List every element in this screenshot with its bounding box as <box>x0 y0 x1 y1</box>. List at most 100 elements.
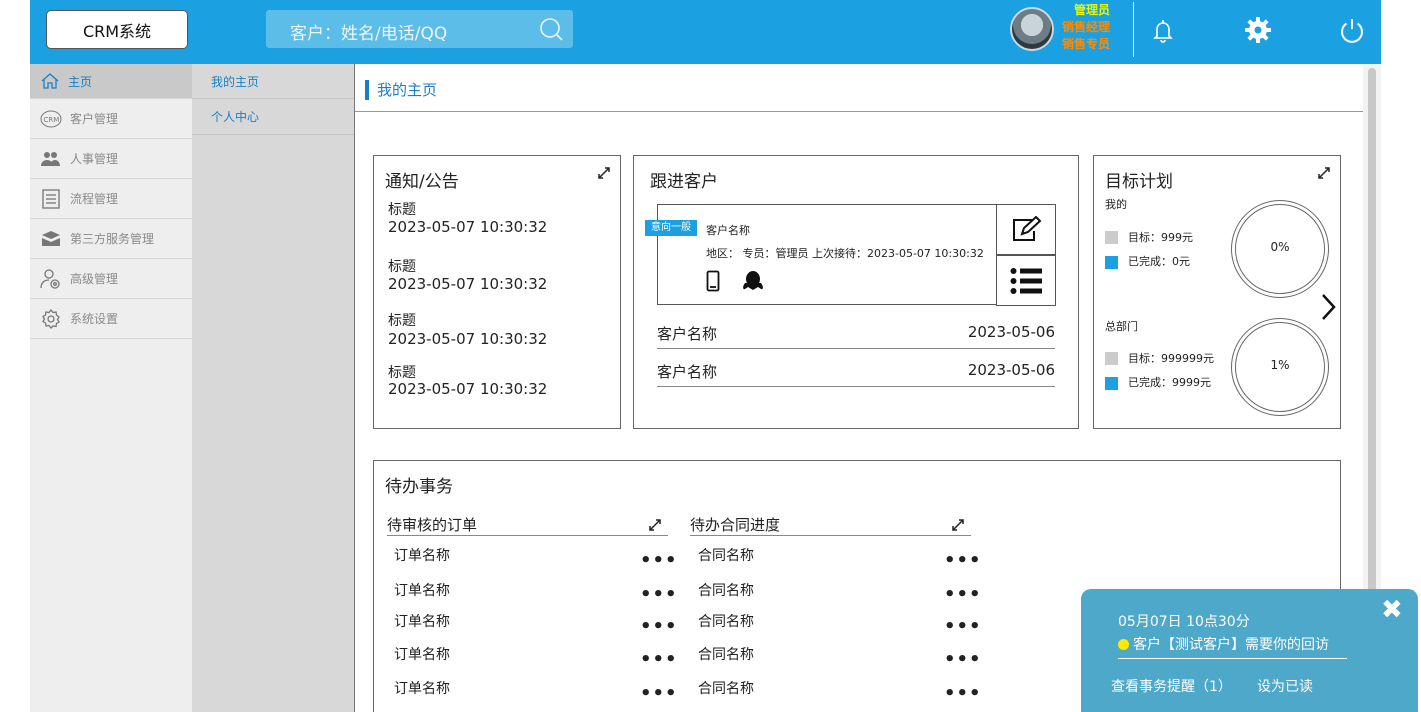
followup-row-date: 2023-05-06 <box>967 361 1055 379</box>
notice-item-title[interactable]: 标题 <box>388 256 416 276</box>
more-icon[interactable]: ••• <box>640 651 678 669</box>
sidebar-item-label: 客户管理 <box>70 112 119 126</box>
notice-title: 通知/公告 <box>385 172 459 192</box>
user-avatar[interactable] <box>1010 7 1054 51</box>
order-item[interactable]: 订单名称 <box>394 580 450 600</box>
goal-mine-done: 已完成：0元 <box>1128 255 1190 268</box>
target-legend-swatch <box>1105 352 1118 365</box>
list-button[interactable] <box>996 255 1056 306</box>
order-item[interactable]: 订单名称 <box>394 545 450 565</box>
goal-dept-percent: 1% <box>1270 358 1290 372</box>
more-icon[interactable]: ••• <box>944 685 982 703</box>
expand-icon[interactable] <box>647 517 663 533</box>
customer-name[interactable]: 客户名称 <box>706 222 750 238</box>
subnav-item-my-home[interactable]: 我的主页 <box>192 64 354 99</box>
more-icon[interactable]: ••• <box>640 618 678 636</box>
sidebar-item-label: 系统设置 <box>70 312 119 326</box>
gear-icon[interactable] <box>1244 16 1272 44</box>
top-bar: CRM系统 客户：姓名/电话/QQ 管理员 销售经理 销售专员 <box>30 0 1381 64</box>
followup-row[interactable]: 客户名称 2023-05-06 <box>657 319 1055 349</box>
sidebar-item-hr[interactable]: 人事管理 <box>30 139 192 179</box>
contract-item[interactable]: 合同名称 <box>698 644 754 664</box>
close-icon[interactable]: ✖ <box>1381 597 1403 623</box>
sidebar-item-advanced[interactable]: 高级管理 <box>30 259 192 299</box>
app-logo[interactable]: CRM系统 <box>46 10 188 49</box>
notice-item-date: 2023-05-07 10:30:32 <box>388 380 548 398</box>
sub-navigation: 我的主页 个人中心 <box>192 64 354 712</box>
contract-item[interactable]: 合同名称 <box>698 678 754 698</box>
service-icon <box>42 230 60 246</box>
sidebar-item-home[interactable]: 主页 <box>30 64 192 99</box>
customer-info: 地区： 专员：管理员 上次接待：2023-05-07 10:30:32 <box>706 247 984 260</box>
more-icon[interactable]: ••• <box>640 586 678 604</box>
reminder-message-row: 客户【测试客户】需要你的回访 <box>1118 634 1329 654</box>
intent-badge: 意向一般 <box>645 220 697 236</box>
contract-item[interactable]: 合同名称 <box>698 545 754 565</box>
expand-icon[interactable] <box>950 517 966 533</box>
header-divider <box>1133 2 1134 57</box>
followup-row-name: 客户名称 <box>657 325 718 343</box>
subnav-item-personal-center[interactable]: 个人中心 <box>192 99 354 135</box>
edit-icon <box>1013 215 1042 241</box>
admin-icon <box>40 268 60 289</box>
notice-item-date: 2023-05-07 10:30:32 <box>388 275 548 293</box>
search-input[interactable]: 客户：姓名/电话/QQ <box>290 19 447 44</box>
sidebar-item-settings[interactable]: 系统设置 <box>30 299 192 339</box>
edit-button[interactable] <box>996 204 1056 255</box>
crm-icon: CRM <box>40 110 62 127</box>
customer-card[interactable]: 意向一般 客户名称 地区： 专员：管理员 上次接待：2023-05-07 10:… <box>645 204 1056 306</box>
followup-row-name: 客户名称 <box>657 363 718 381</box>
mark-read-link[interactable]: 设为已读 <box>1257 676 1313 696</box>
followup-row[interactable]: 客户名称 2023-05-06 <box>657 357 1055 387</box>
bell-icon[interactable] <box>1149 16 1177 44</box>
pending-orders-header: 待审核的订单 <box>387 514 668 536</box>
reminder-message: 客户【测试客户】需要你的回访 <box>1133 637 1329 653</box>
more-icon[interactable]: ••• <box>944 552 982 570</box>
list-icon <box>1010 267 1042 294</box>
order-item[interactable]: 订单名称 <box>394 678 450 698</box>
customer-search[interactable]: 客户：姓名/电话/QQ <box>266 10 573 48</box>
order-item[interactable]: 订单名称 <box>394 611 450 631</box>
sidebar-item-customers[interactable]: CRM 客户管理 <box>30 99 192 139</box>
expand-icon[interactable] <box>1316 165 1332 181</box>
notice-item-title[interactable]: 标题 <box>388 199 416 219</box>
more-icon[interactable]: ••• <box>944 651 982 669</box>
followup-row-date: 2023-05-06 <box>967 323 1055 341</box>
sidebar-item-third-party[interactable]: 第三方服务管理 <box>30 219 192 259</box>
goal-dept-done: 已完成：9999元 <box>1128 376 1211 389</box>
sidebar-item-label: 主页 <box>68 74 93 89</box>
sidebar-item-label: 人事管理 <box>70 152 119 166</box>
more-icon[interactable]: ••• <box>640 552 678 570</box>
more-icon[interactable]: ••• <box>944 586 982 604</box>
phone-icon[interactable] <box>706 270 720 292</box>
order-item[interactable]: 订单名称 <box>394 644 450 664</box>
goal-mine-ring: 0% <box>1231 200 1329 298</box>
user-roles: 管理员 销售经理 销售专员 <box>1050 2 1110 53</box>
goal-dept-ring: 1% <box>1231 318 1329 416</box>
role-admin: 管理员 <box>1073 3 1110 17</box>
goals-title: 目标计划 <box>1105 172 1173 192</box>
goal-mine-label: 我的 <box>1105 198 1127 211</box>
qq-icon[interactable] <box>741 270 765 292</box>
tab-my-home[interactable]: 我的主页 <box>365 80 437 100</box>
search-icon[interactable] <box>539 17 563 41</box>
status-dot-icon <box>1118 639 1129 650</box>
more-icon[interactable]: ••• <box>640 685 678 703</box>
done-legend-swatch <box>1105 256 1118 269</box>
sidebar-item-label: 第三方服务管理 <box>70 232 155 246</box>
reminder-time: 05月07日 10点30分 <box>1118 614 1250 630</box>
contract-item[interactable]: 合同名称 <box>698 611 754 631</box>
goal-mine-target: 目标：999元 <box>1128 231 1193 244</box>
notice-item-date: 2023-05-07 10:30:32 <box>388 330 548 348</box>
goals-panel: 目标计划 我的 目标：999元 已完成：0元 0% 总部门 目标：999999元… <box>1093 155 1341 429</box>
notice-item-title[interactable]: 标题 <box>388 362 416 382</box>
more-icon[interactable]: ••• <box>944 618 982 636</box>
sidebar-item-process[interactable]: 流程管理 <box>30 179 192 219</box>
expand-icon[interactable] <box>596 165 612 181</box>
chevron-right-icon[interactable] <box>1320 293 1336 321</box>
view-reminders-link[interactable]: 查看事务提醒（1） <box>1111 676 1232 696</box>
power-icon[interactable] <box>1338 16 1366 44</box>
contract-item[interactable]: 合同名称 <box>698 580 754 600</box>
notice-item-title[interactable]: 标题 <box>388 310 416 330</box>
users-icon <box>41 151 60 166</box>
